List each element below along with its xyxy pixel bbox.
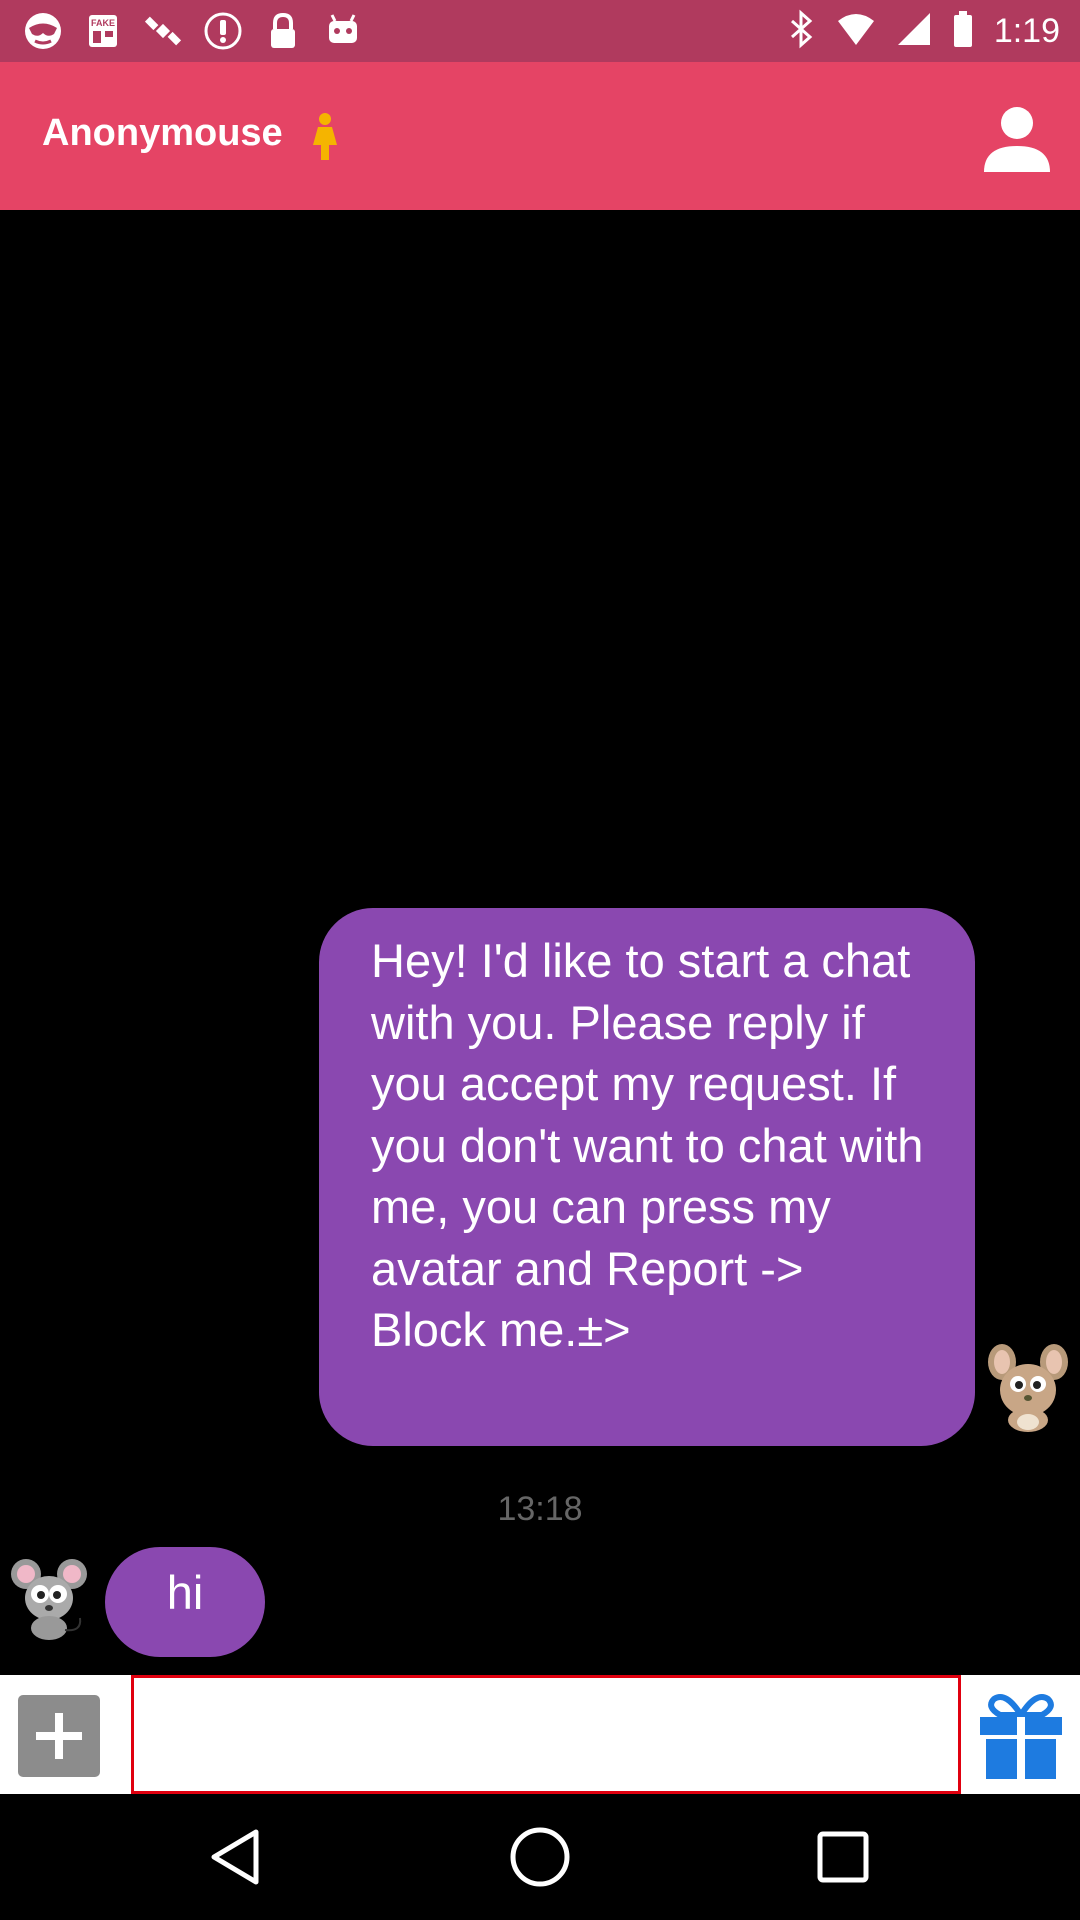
back-button[interactable] [204, 1824, 270, 1890]
message-timestamp: 13:18 [497, 1490, 583, 1528]
person-icon [984, 107, 1050, 172]
profile-button[interactable] [980, 102, 1054, 176]
female-person-icon [308, 112, 342, 167]
android-icon [322, 10, 364, 52]
notification-icons: FAKE [22, 10, 364, 52]
bluetooth-icon [786, 9, 816, 54]
system-status: 1:19 [786, 8, 1060, 54]
recents-square-icon [817, 1831, 869, 1883]
bunny-mouse-avatar[interactable] [984, 1344, 1072, 1434]
navigation-bar [0, 1794, 1080, 1920]
clock: 1:19 [993, 11, 1060, 50]
svg-text:FAKE: FAKE [91, 18, 115, 28]
lock-icon [262, 10, 304, 52]
gift-button[interactable] [976, 1689, 1066, 1781]
battery-icon [952, 9, 974, 54]
gray-mouse-avatar[interactable] [10, 1558, 88, 1642]
signal-icon [896, 9, 932, 54]
status-bar: FAKE 1:19 [0, 0, 1080, 62]
alert-icon [202, 10, 244, 52]
chat-area[interactable]: Hey! I'd like to start a chat with you. … [0, 210, 1080, 1675]
plus-icon [36, 1713, 82, 1759]
message-input[interactable] [131, 1675, 961, 1794]
recents-button[interactable] [810, 1824, 876, 1890]
add-attachment-button[interactable] [18, 1695, 100, 1777]
outgoing-message-bubble: Hey! I'd like to start a chat with you. … [319, 908, 975, 1446]
incoming-message-bubble: hi [105, 1547, 265, 1657]
incognito-mask-icon [22, 10, 64, 52]
app-bar: Anonymouse [0, 62, 1080, 210]
satellite-icon [142, 10, 184, 52]
gift-icon [980, 1694, 1062, 1779]
message-input-bar [0, 1675, 1080, 1794]
back-triangle-icon [211, 1829, 259, 1885]
home-circle-icon [510, 1827, 570, 1887]
home-button[interactable] [507, 1824, 573, 1890]
fake-gps-icon: FAKE [82, 10, 124, 52]
wifi-icon [836, 9, 876, 54]
page-title: Anonymouse [42, 112, 283, 154]
